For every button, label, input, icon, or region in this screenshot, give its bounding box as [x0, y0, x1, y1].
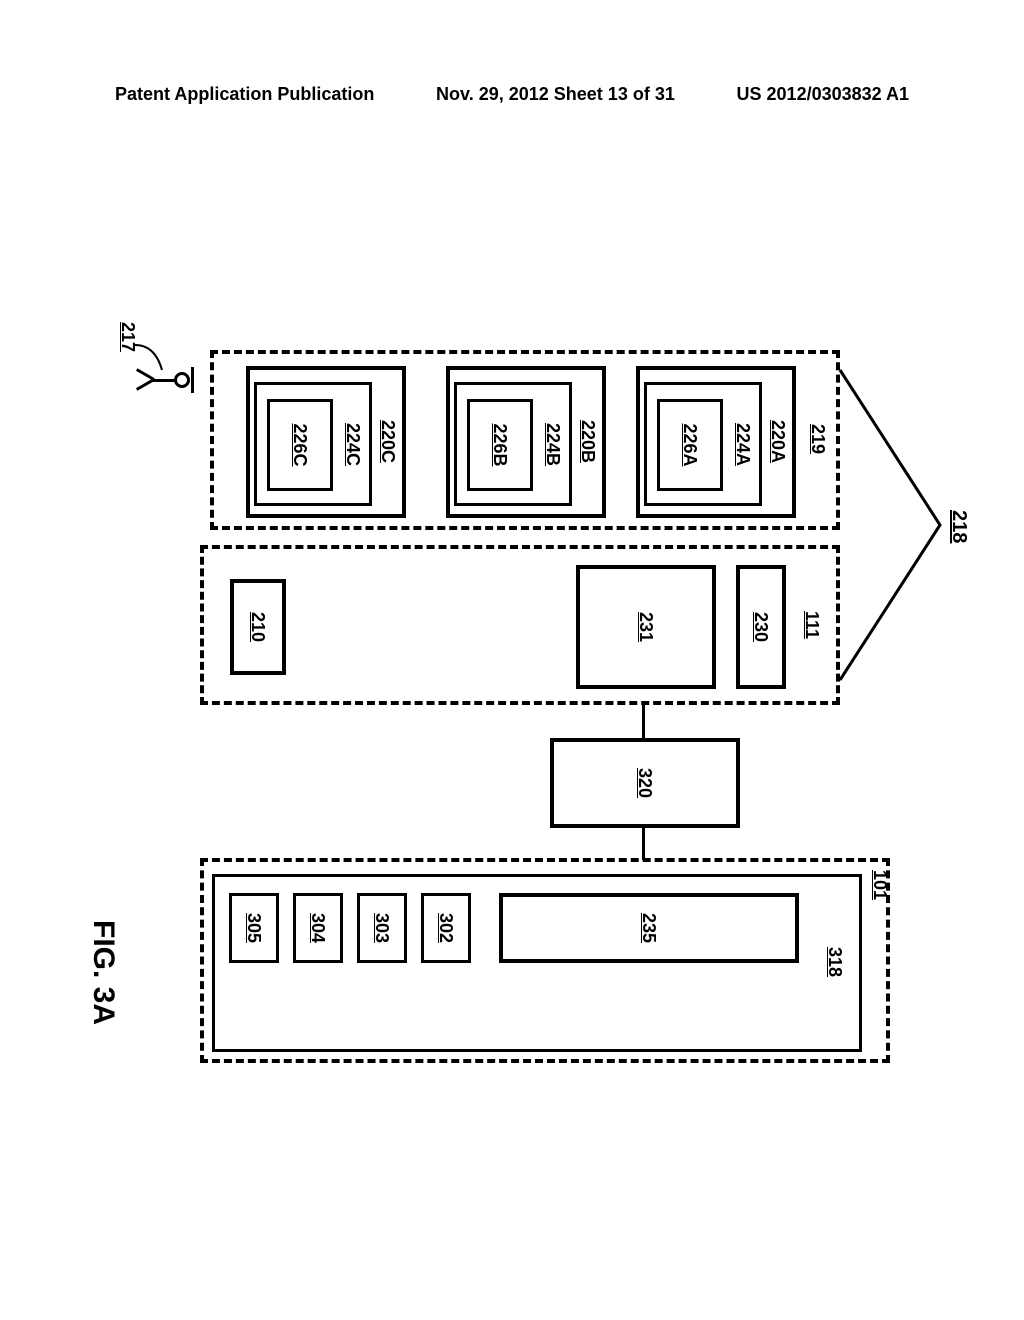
ref-304: 304	[308, 913, 329, 943]
ref-231: 231	[636, 612, 657, 642]
header-center: Nov. 29, 2012 Sheet 13 of 31	[436, 84, 675, 105]
header-right: US 2012/0303832 A1	[737, 84, 909, 105]
box-224B: 224B 226B	[454, 382, 572, 506]
ref-318: 318	[824, 947, 845, 977]
ref-226A: 226A	[680, 423, 701, 466]
box-305: 305	[229, 893, 279, 963]
box-226B: 226B	[467, 399, 533, 491]
ref-230: 230	[751, 612, 772, 642]
ref-224A: 224A	[732, 423, 753, 466]
box-101: 101 318 235 302 303 304 305	[200, 858, 890, 1063]
box-302: 302	[421, 893, 471, 963]
box-230: 230	[736, 565, 786, 689]
box-304: 304	[293, 893, 343, 963]
ref-217: 217	[117, 322, 138, 352]
ref-220A: 220A	[767, 420, 788, 463]
ref-320: 320	[635, 768, 656, 798]
ref-219: 219	[807, 424, 828, 454]
figure-label: FIG. 3A	[86, 920, 120, 1025]
ref-220C: 220C	[377, 420, 398, 463]
box-111: 111 230 231 210	[200, 545, 840, 705]
box-235: 235	[499, 893, 799, 963]
box-224C: 224C 226C	[254, 382, 372, 506]
ref-226B: 226B	[490, 423, 511, 466]
box-231: 231	[576, 565, 716, 689]
callout-218-tail	[830, 350, 950, 710]
header-left: Patent Application Publication	[115, 84, 374, 105]
ref-224C: 224C	[342, 423, 363, 466]
box-220B: 220B 224B 226B	[446, 366, 606, 518]
box-210: 210	[230, 579, 286, 675]
box-303: 303	[357, 893, 407, 963]
ref-235: 235	[639, 913, 660, 943]
connector-320-101	[642, 828, 645, 860]
box-224A: 224A 226A	[644, 382, 762, 506]
ref-101: 101	[869, 870, 890, 900]
box-220A: 220A 224A 226A	[636, 366, 796, 518]
ref-305: 305	[244, 913, 265, 943]
box-220C: 220C 224C 226C	[246, 366, 406, 518]
ref-303: 303	[372, 913, 393, 943]
box-226C: 226C	[267, 399, 333, 491]
ref-210: 210	[248, 612, 269, 642]
box-226A: 226A	[657, 399, 723, 491]
connector-111-320	[642, 705, 645, 740]
box-318: 318 235 302 303 304 305	[212, 874, 862, 1052]
ref-218: 218	[947, 510, 970, 543]
ref-111: 111	[801, 611, 822, 639]
page-header: Patent Application Publication Nov. 29, …	[115, 84, 909, 105]
ref-302: 302	[436, 913, 457, 943]
box-219: 219 220A 224A 226A 220B 224B 226B 220C	[210, 350, 840, 530]
ref-226C: 226C	[290, 423, 311, 466]
ref-224B: 224B	[542, 423, 563, 466]
ref-220B: 220B	[577, 420, 598, 463]
box-320: 320	[550, 738, 740, 828]
figure-3a-diagram: FIG. 3A 218 219 220A 224A 226A 220B 224B…	[70, 370, 970, 1050]
